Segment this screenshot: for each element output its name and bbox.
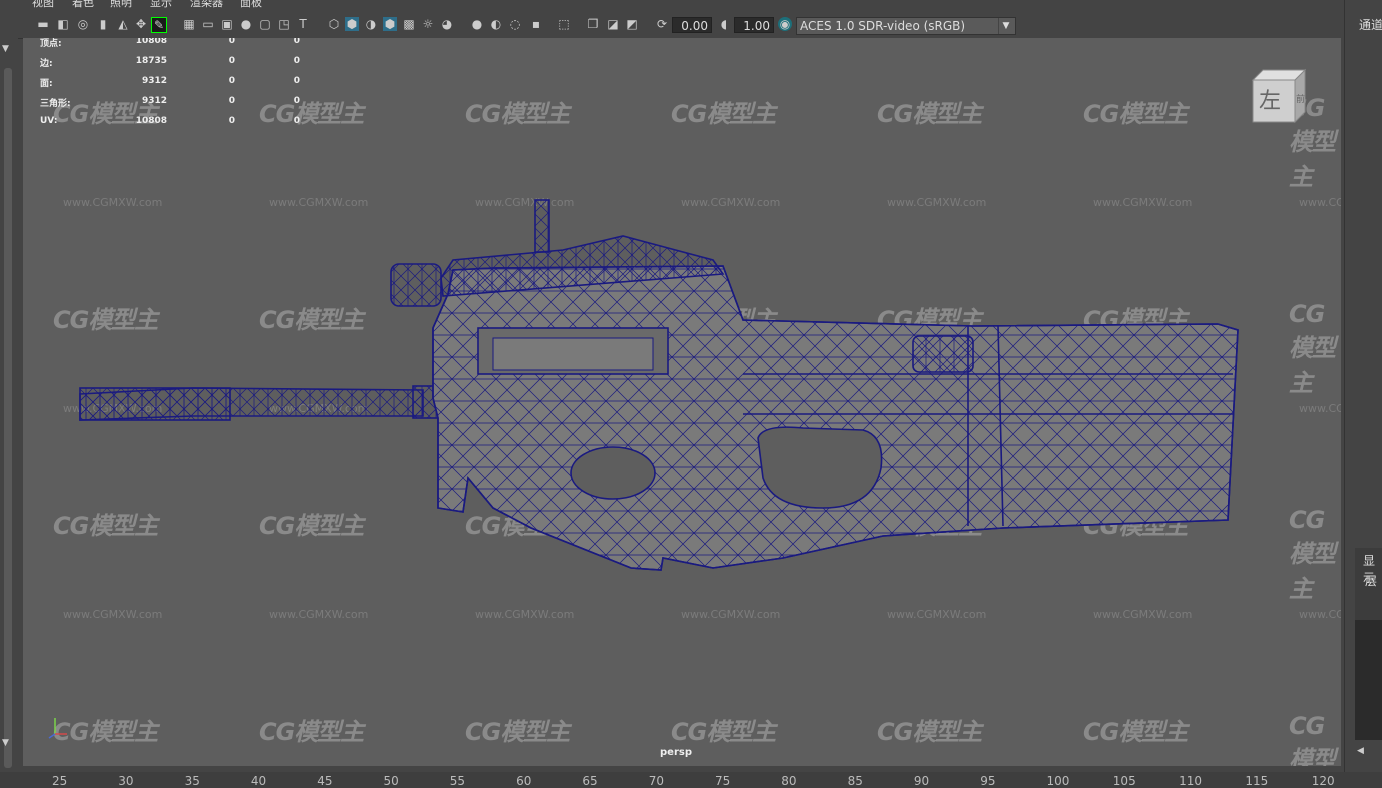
ruler-tick-label: 75: [715, 774, 731, 788]
viewcube-side-label: 前: [1296, 93, 1305, 105]
image-plane-icon[interactable]: ◭: [116, 17, 130, 31]
menu-renderer[interactable]: 渲染器: [190, 0, 223, 9]
bookmark-icon[interactable]: ▮: [96, 17, 110, 31]
pan-zoom-icon[interactable]: ✥: [134, 17, 148, 31]
scroll-down-icon[interactable]: ▼: [2, 738, 9, 748]
color-space-select[interactable]: ACES 1.0 SDR-video (sRGB) ▼: [796, 17, 1016, 35]
ruler-tick-label: 100: [1046, 774, 1070, 788]
axis-gizmo-icon: [48, 718, 67, 739]
ruler-tick-label: 40: [250, 774, 267, 788]
menu-shading[interactable]: 着色: [72, 0, 94, 9]
tab-channels[interactable]: 通道: [1359, 16, 1382, 33]
camera-select-icon[interactable]: ▬: [36, 17, 50, 31]
ruler-tick-label: 90: [913, 774, 930, 788]
motion-blur-icon[interactable]: ◐: [489, 17, 503, 31]
ruler-tick-label: 95: [980, 774, 996, 788]
shadows-icon[interactable]: ◕: [440, 17, 454, 31]
scroll-up-icon[interactable]: ▼: [2, 44, 9, 54]
menu-view[interactable]: 视图: [32, 0, 54, 9]
exposure-icon[interactable]: ⟳: [655, 17, 669, 31]
ruler-tick-label: 50: [383, 774, 399, 788]
ruler-tick-label: 80: [781, 774, 797, 788]
default-material-icon[interactable]: ◑: [364, 17, 378, 31]
textured-icon[interactable]: ▩: [402, 17, 416, 31]
color-management-icon[interactable]: ◉: [778, 17, 792, 31]
exposure-field[interactable]: 0.00: [672, 17, 712, 33]
viewcube-label: 左: [1259, 89, 1281, 114]
p90-wireframe-model[interactable]: [23, 38, 1341, 766]
grease-pencil-icon[interactable]: ✎: [151, 17, 167, 33]
isolate-select-icon[interactable]: ⬚: [557, 17, 571, 31]
resolution-gate-icon[interactable]: ▣: [220, 17, 234, 31]
grid-icon[interactable]: ▦: [182, 17, 196, 31]
anti-aliasing-icon[interactable]: ◌: [508, 17, 522, 31]
menu-bar: 视图 着色 照明 显示 渲染器 面板: [0, 0, 1340, 12]
viewport-toolbar: ▬ ◧ ◎ ▮ ◭ ✥ ✎ ▦ ▭ ▣ ● ▢ ◳ T ⬡ ⬢ ◑ ⬢ ▩ ☼ …: [0, 12, 1340, 39]
chevron-down-icon[interactable]: ▼: [998, 18, 1013, 34]
screen-space-ao-icon[interactable]: ●: [470, 17, 484, 31]
xray-joints-icon[interactable]: ◪: [606, 17, 620, 31]
field-chart-icon[interactable]: ▢: [258, 17, 272, 31]
left-scrollbar[interactable]: ▼ ▼: [0, 38, 18, 772]
channel-box-panel: 通道 显示 层 ◀: [1344, 0, 1382, 772]
lights-icon[interactable]: ☼: [421, 17, 435, 31]
menu-show[interactable]: 显示: [150, 0, 172, 9]
ruler-tick-label: 45: [317, 774, 333, 788]
bookmark-camera-icon[interactable]: ◎: [76, 17, 90, 31]
layer-label: 层: [1365, 574, 1378, 588]
gamma-field[interactable]: 1.00: [734, 17, 774, 33]
wireframe-icon[interactable]: ⬡: [327, 17, 341, 31]
viewcube[interactable]: 左 前: [1249, 68, 1311, 126]
ruler-tick-label: 25: [52, 774, 68, 788]
color-space-label: ACES 1.0 SDR-video (sRGB): [800, 19, 966, 33]
safe-title-icon[interactable]: T: [296, 17, 310, 31]
smooth-shade-icon[interactable]: ⬢: [345, 17, 359, 31]
safe-action-icon[interactable]: ◳: [277, 17, 291, 31]
menu-lighting[interactable]: 照明: [110, 0, 132, 9]
ruler-tick-label: 55: [449, 774, 466, 788]
depth-of-field-icon[interactable]: ▪: [529, 17, 543, 31]
ruler-tick-label: 115: [1245, 774, 1269, 788]
ruler-tick-label: 70: [648, 774, 664, 788]
gate-mask-icon[interactable]: ●: [239, 17, 253, 31]
xray-icon[interactable]: ❐: [586, 17, 600, 31]
ruler-tick-label: 85: [847, 774, 863, 788]
menu-panels[interactable]: 面板: [240, 0, 262, 9]
scroll-left-icon[interactable]: ◀: [1357, 746, 1364, 756]
3d-viewport[interactable]: CG模型主 CG模型主 CG模型主 CG模型主 CG模型主 CG模型主 CG模型主 CG模型主…: [23, 38, 1341, 766]
xray-active-icon[interactable]: ◩: [625, 17, 639, 31]
ruler-tick-label: 105: [1112, 774, 1136, 788]
ruler-tick-label: 120: [1311, 774, 1335, 788]
time-ruler[interactable]: 25 30 35 40 45 50 55 60 65 70 75 80 85 90 95 100 105 110 1…: [0, 772, 1382, 788]
camera-label: persp: [660, 747, 692, 758]
ruler-tick-label: 65: [582, 774, 598, 788]
ruler-tick-label: 35: [184, 774, 200, 788]
film-gate-icon[interactable]: ▭: [201, 17, 215, 31]
gamma-icon[interactable]: ◖: [717, 17, 731, 31]
wireframe-on-shaded-icon[interactable]: ⬢: [383, 17, 397, 31]
scroll-track[interactable]: [4, 68, 12, 768]
ruler-tick-label: 30: [118, 774, 134, 788]
camera-attributes-icon[interactable]: ◧: [56, 17, 70, 31]
ruler-tick-label: 110: [1179, 774, 1202, 788]
ruler-tick-label: 60: [516, 774, 532, 788]
